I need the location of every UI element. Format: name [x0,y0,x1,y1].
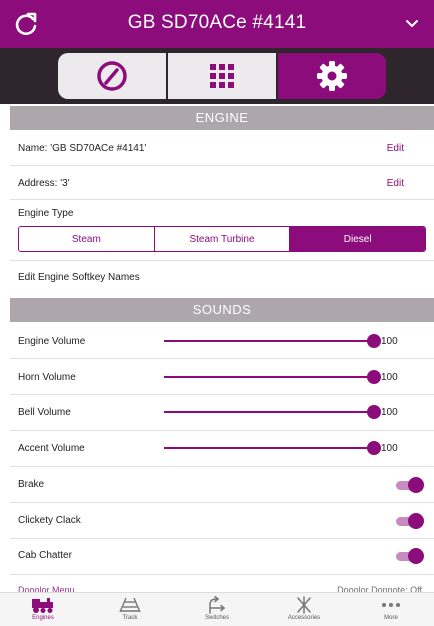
brake-label: Brake [18,479,45,490]
divider [10,358,434,359]
chevron-down-icon[interactable] [404,16,420,32]
divider [10,394,434,395]
engine-type-steam-turbine[interactable]: Steam Turbine [154,227,291,251]
divider [10,260,434,261]
engine-volume-slider[interactable] [164,334,381,348]
title-bar: GB SD70ACe #4141 [0,0,434,48]
switch-icon [209,596,226,614]
bell-volume-value: 100 [381,407,398,418]
track-icon [119,597,141,613]
bell-volume-label: Bell Volume [18,407,71,418]
accent-volume-slider[interactable] [164,441,381,455]
brake-toggle[interactable] [396,477,424,493]
cab-chatter-label: Cab Chatter [18,550,72,561]
horn-volume-value: 100 [381,372,398,383]
tab-label: Engines [32,615,54,621]
engine-address-label: Address: '3' [18,178,70,189]
gear-icon [317,61,347,91]
engine-title[interactable]: GB SD70ACe #4141 [0,12,434,34]
segment-settings[interactable] [278,53,386,99]
accent-volume-value: 100 [381,443,398,454]
accent-volume-label: Accent Volume [18,443,85,454]
tab-label: Track [122,615,138,621]
locomotive-icon [32,598,53,613]
divider [10,466,434,467]
engine-type-steam[interactable]: Steam [19,227,155,251]
engine-volume-value: 100 [381,336,398,347]
engine-volume-label: Engine Volume [18,336,86,347]
accessories-icon [297,596,311,614]
divider [10,502,434,503]
engine-type-diesel[interactable]: Diesel [290,227,425,251]
mode-segment-bar [0,48,434,104]
edit-softkey-names-item[interactable]: Edit Engine Softkey Names [18,272,140,283]
tab-engines[interactable]: Engines [0,593,86,626]
tab-switches[interactable]: Switches [174,593,260,626]
divider [10,538,434,539]
divider [10,430,434,431]
engine-type-selector: Steam Steam Turbine Diesel [18,226,426,252]
engine-type-label: Engine Type [18,208,74,219]
tab-more[interactable]: More [348,593,434,626]
tab-track[interactable]: Track [87,593,173,626]
tab-label: Switches [204,615,229,621]
segment-speedometer[interactable] [58,53,166,99]
horn-volume-label: Horn Volume [18,372,76,383]
bottom-tab-bar: Engines Track Switches Accessories More [0,592,434,626]
engine-name-label: Name: 'GB SD70ACe #4141' [18,143,147,154]
edit-name-button[interactable]: Edit [387,143,404,154]
bell-volume-slider[interactable] [164,405,381,419]
segment-keypad[interactable] [168,53,276,99]
clickety-clack-label: Clickety Clack [18,515,81,526]
divider [10,199,434,200]
speedometer-icon [97,61,127,91]
keypad-grid-icon [210,64,234,88]
divider [10,165,434,166]
cab-chatter-toggle[interactable] [396,548,424,564]
tab-label: Accessories [287,615,321,621]
divider [10,574,434,575]
horn-volume-slider[interactable] [164,370,381,384]
clickety-clack-toggle[interactable] [396,513,424,529]
sounds-section-header: SOUNDS [10,298,434,322]
edit-address-button[interactable]: Edit [387,178,404,189]
tab-accessories[interactable]: Accessories [261,593,347,626]
more-dots-icon [382,603,400,607]
tab-label: More [384,615,398,621]
engine-section-header: ENGINE [10,106,434,130]
